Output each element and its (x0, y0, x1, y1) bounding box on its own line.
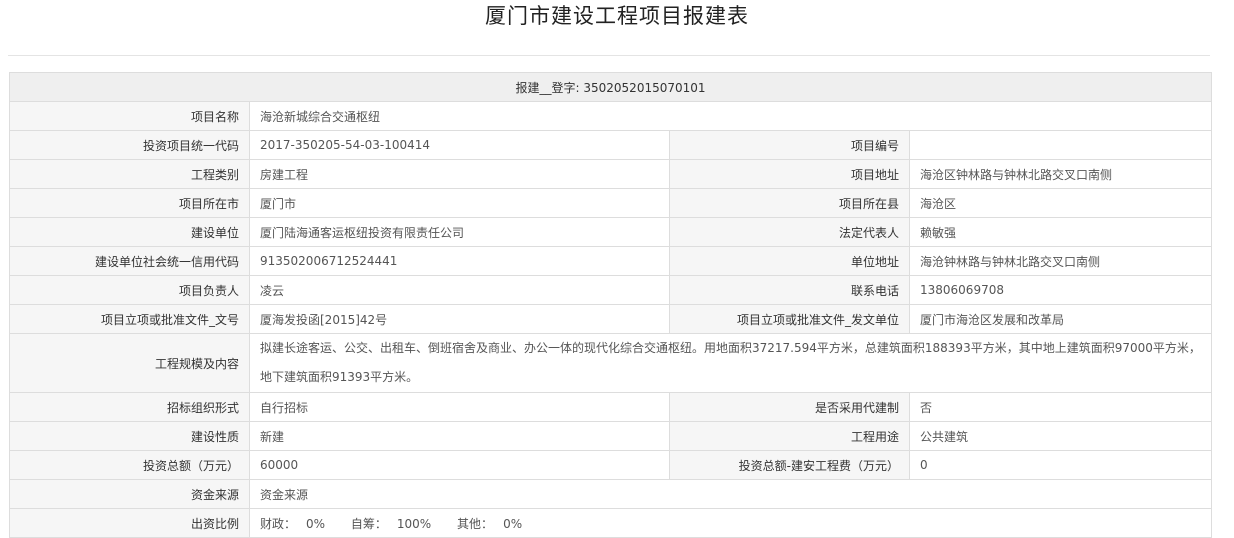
install-cost-value: 0 (908, 450, 1213, 480)
table-row: 资金来源 资金来源 (9, 479, 1213, 509)
page-title: 厦门市建设工程项目报建表 (485, 4, 749, 28)
project-address-label: 项目地址 (669, 159, 910, 189)
total-investment-label: 投资总额（万元） (9, 450, 250, 480)
builder-unit-value: 厦门陆海通客运枢纽投资有限责任公司 (249, 217, 670, 247)
table-row: 投资总额（万元） 60000 投资总额-建安工程费（万元） 0 (9, 450, 1213, 480)
registration-label: 报建__登字: (515, 80, 580, 95)
agent-build-label: 是否采用代建制 (669, 392, 910, 422)
project-category-label: 工程类别 (9, 159, 250, 189)
build-nature-value: 新建 (249, 421, 670, 451)
install-cost-label: 投资总额-建安工程费（万元） (669, 450, 910, 480)
table-row: 项目所在市 厦门市 项目所在县 海沧区 (9, 188, 1213, 218)
table-row: 工程类别 房建工程 项目地址 海沧区钟林路与钟林北路交叉口南侧 (9, 159, 1213, 189)
project-category-value: 房建工程 (249, 159, 670, 189)
scale-content-label: 工程规模及内容 (9, 333, 250, 393)
tender-form-label: 招标组织形式 (9, 392, 250, 422)
project-lead-value: 凌云 (249, 275, 670, 305)
contact-phone-value: 13806069708 (908, 275, 1213, 305)
table-row: 建设单位 厦门陆海通客运枢纽投资有限责任公司 法定代表人 赖敏强 (9, 217, 1213, 247)
title-divider (8, 55, 1210, 56)
project-county-value: 海沧区 (908, 188, 1213, 218)
tender-form-value: 自行招标 (249, 392, 670, 422)
legal-rep-value: 赖敏强 (908, 217, 1213, 247)
other-ratio-value: 0% (503, 516, 523, 531)
registration-number: 3502052015070101 (583, 80, 706, 95)
agent-build-value: 否 (908, 392, 1213, 422)
fund-source-value: 资金来源 (248, 479, 1213, 509)
self-ratio: 自筹： 100% (351, 515, 431, 532)
project-city-value: 厦门市 (249, 188, 670, 218)
project-lead-label: 项目负责人 (9, 275, 250, 305)
approval-issuer-label: 项目立项或批准文件_发文单位 (669, 304, 910, 334)
build-nature-label: 建设性质 (9, 421, 250, 451)
table-row: 项目负责人 凌云 联系电话 13806069708 (9, 275, 1213, 305)
fund-ratio-value: 财政： 0% 自筹： 100% 其他： 0% (248, 508, 1213, 538)
table-row: 建设性质 新建 工程用途 公共建筑 (9, 421, 1213, 451)
project-name-label: 项目名称 (9, 101, 250, 131)
table-row: 投资项目统一代码 2017-350205-54-03-100414 项目编号 (9, 130, 1213, 160)
table-row: 项目名称 海沧新城综合交通枢纽 (9, 101, 1213, 131)
fund-source-label: 资金来源 (9, 479, 250, 509)
project-county-label: 项目所在县 (669, 188, 910, 218)
registration-number-cell: 报建__登字: 3502052015070101 (8, 72, 1213, 102)
project-number-value (908, 130, 1213, 160)
fiscal-ratio-label: 财政： (260, 516, 297, 531)
other-ratio-label: 其他： (457, 516, 494, 531)
table-row: 项目立项或批准文件_文号 厦海发投函[2015]42号 项目立项或批准文件_发文… (9, 304, 1213, 334)
scale-content-value: 拟建长途客运、公交、出租车、倒班宿舍及商业、办公一体的现代化综合交通枢纽。用地面… (248, 333, 1213, 393)
legal-rep-label: 法定代表人 (669, 217, 910, 247)
registration-header-row: 报建__登字: 3502052015070101 (8, 72, 1213, 102)
project-address-value: 海沧区钟林路与钟林北路交叉口南侧 (908, 159, 1213, 189)
approval-issuer-value: 厦门市海沧区发展和改革局 (908, 304, 1213, 334)
project-city-label: 项目所在市 (9, 188, 250, 218)
approval-doc-no-value: 厦海发投函[2015]42号 (249, 304, 670, 334)
credit-code-label: 建设单位社会统一信用代码 (9, 246, 250, 276)
builder-unit-label: 建设单位 (9, 217, 250, 247)
fund-ratio-label: 出资比例 (9, 508, 250, 538)
project-registration-table: 报建__登字: 3502052015070101 项目名称 海沧新城综合交通枢纽… (8, 72, 1213, 538)
credit-code-value: 913502006712524441 (249, 246, 670, 276)
contact-phone-label: 联系电话 (669, 275, 910, 305)
project-name-value: 海沧新城综合交通枢纽 (248, 101, 1213, 131)
investment-code-value: 2017-350205-54-03-100414 (249, 130, 670, 160)
fiscal-ratio: 财政： 0% (260, 515, 325, 532)
self-ratio-label: 自筹： (350, 516, 387, 531)
project-use-value: 公共建筑 (908, 421, 1213, 451)
table-row: 建设单位社会统一信用代码 913502006712524441 单位地址 海沧钟… (9, 246, 1213, 276)
project-number-label: 项目编号 (669, 130, 910, 160)
other-ratio: 其他： 0% (457, 515, 522, 532)
total-investment-value: 60000 (249, 450, 670, 480)
unit-address-label: 单位地址 (669, 246, 910, 276)
unit-address-value: 海沧钟林路与钟林北路交叉口南侧 (908, 246, 1213, 276)
investment-code-label: 投资项目统一代码 (9, 130, 250, 160)
project-use-label: 工程用途 (669, 421, 910, 451)
approval-doc-no-label: 项目立项或批准文件_文号 (9, 304, 250, 334)
fiscal-ratio-value: 0% (306, 516, 326, 531)
table-row: 工程规模及内容 拟建长途客运、公交、出租车、倒班宿舍及商业、办公一体的现代化综合… (9, 333, 1213, 393)
table-row: 招标组织形式 自行招标 是否采用代建制 否 (9, 392, 1213, 422)
table-row: 出资比例 财政： 0% 自筹： 100% 其他： 0% (9, 508, 1213, 538)
self-ratio-value: 100% (396, 516, 432, 531)
